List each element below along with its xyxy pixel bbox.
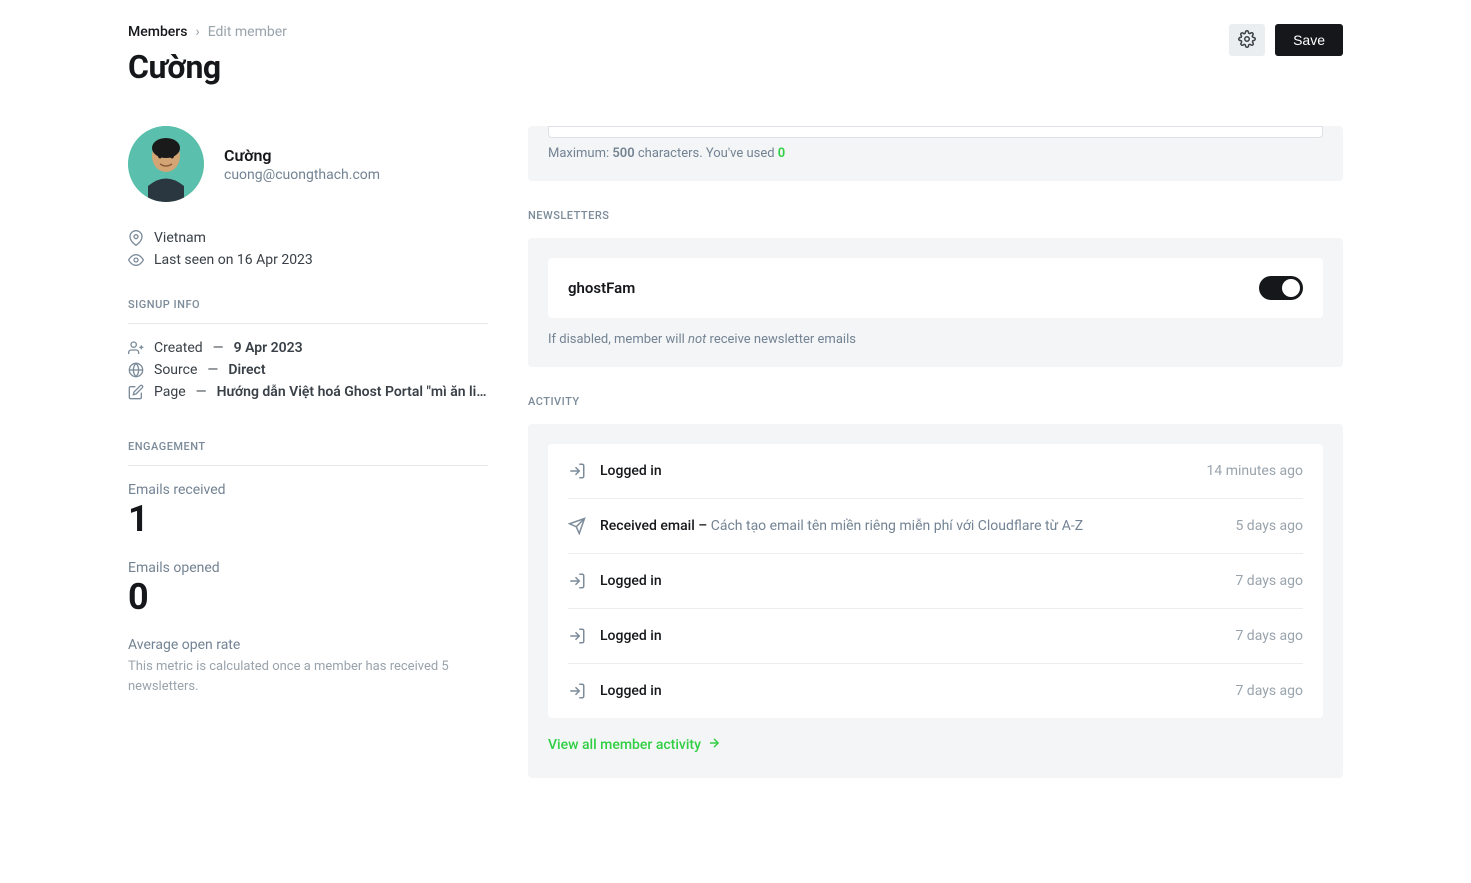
chevron-right-icon: › [195,24,199,40]
activity-time: 7 days ago [1235,573,1303,589]
view-all-activity[interactable]: View all member activity [548,718,1323,758]
page-title: Cường [128,48,287,86]
emails-opened-value: 0 [128,578,488,618]
activity-time: 14 minutes ago [1206,463,1303,479]
profile-name: Cường [224,146,380,165]
emails-received-value: 1 [128,500,488,540]
login-icon [568,462,586,480]
login-icon [568,682,586,700]
arrow-right-icon [707,736,721,754]
globe-icon [128,362,144,378]
newsletter-toggle[interactable] [1259,276,1303,300]
location-icon [128,230,144,246]
breadcrumb-root[interactable]: Members [128,24,187,40]
emails-opened-label: Emails opened [128,560,488,576]
profile-last-seen: Last seen on 16 Apr 2023 [154,252,313,268]
activity-time: 5 days ago [1235,518,1303,534]
breadcrumb-current: Edit member [208,24,287,40]
open-rate-label: Average open rate [128,637,488,653]
save-button[interactable]: Save [1275,24,1343,56]
profile-email: cuong@cuongthach.com [224,167,380,183]
newsletter-name: ghostFam [568,279,635,297]
settings-button[interactable] [1229,24,1265,56]
send-icon [568,517,586,535]
login-icon [568,572,586,590]
avatar [128,126,204,202]
activity-text: Received email – Cách tạo email tên miền… [600,518,1083,534]
note-textarea[interactable] [548,126,1323,138]
activity-text: Logged in [600,683,662,699]
activity-time: 7 days ago [1235,628,1303,644]
activity-heading: ACTIVITY [528,395,1343,408]
profile-location: Vietnam [154,230,206,246]
eye-icon [128,252,144,268]
activity-text: Logged in [600,463,662,479]
signup-heading: SIGNUP INFO [128,298,488,324]
edit-icon [128,384,144,400]
emails-received-label: Emails received [128,482,488,498]
user-plus-icon [128,340,144,356]
engagement-heading: ENGAGEMENT [128,440,488,466]
open-rate-note: This metric is calculated once a member … [128,657,488,696]
gear-icon [1238,30,1256,51]
activity-row: Logged in 7 days ago [568,554,1303,609]
char-count: Maximum: 500 characters. You've used 0 [548,146,1323,161]
breadcrumb: Members › Edit member [128,24,287,40]
activity-row: Logged in 14 minutes ago [568,444,1303,499]
newsletters-heading: NEWSLETTERS [528,209,1343,222]
activity-row: Logged in 7 days ago [568,664,1303,718]
activity-row: Logged in 7 days ago [568,609,1303,664]
activity-text: Logged in [600,628,662,644]
activity-text: Logged in [600,573,662,589]
activity-list: Logged in 14 minutes ago Received email – … [548,444,1323,718]
activity-time: 7 days ago [1235,683,1303,699]
newsletter-note: If disabled, member will not receive new… [548,332,1323,347]
login-icon [568,627,586,645]
activity-row: Received email – Cách tạo email tên miền… [568,499,1303,554]
